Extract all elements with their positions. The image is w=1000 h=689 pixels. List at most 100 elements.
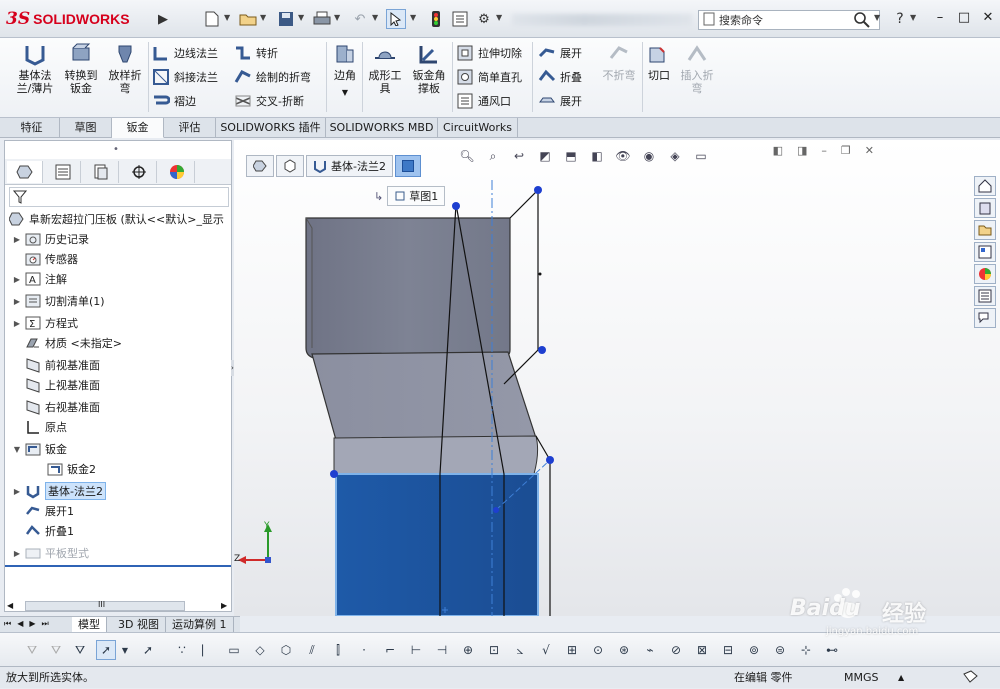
rip-button[interactable]: 切口 — [644, 42, 674, 114]
tab-sketch[interactable]: 草图 — [60, 118, 112, 138]
filter-mesh-icon[interactable]: ⊹ — [796, 640, 816, 660]
miter-flange-button[interactable]: 斜接法兰 — [152, 66, 218, 88]
panel-grip-icon[interactable]: • — [113, 144, 119, 155]
solidworks-resources-home-icon[interactable] — [974, 176, 996, 196]
filter-notes-icon[interactable]: ⊞ — [562, 640, 582, 660]
display-manager-tab-icon[interactable] — [159, 161, 195, 183]
filter-cosmetic-threads-icon[interactable]: ⊘ — [666, 640, 686, 660]
filter-center-marks-icon[interactable]: ⊣ — [432, 640, 452, 660]
rollback-bar[interactable] — [5, 565, 231, 567]
tab-sheet-metal[interactable]: 钣金 — [112, 118, 164, 138]
minimize-button[interactable]: – — [930, 10, 950, 28]
tab-motion-study-1[interactable]: 运动算例 1 — [166, 617, 234, 633]
sketch-point[interactable] — [330, 470, 338, 478]
expand-arrow-icon[interactable]: ▶ — [11, 549, 23, 558]
collapse-arrow-icon[interactable]: ▼ — [11, 445, 23, 454]
filter-sketch-points-icon[interactable]: ⋅ — [354, 640, 374, 660]
filter-datum-features-icon[interactable]: ⊙ — [588, 640, 608, 660]
tree-item-cut-list[interactable]: ▶ 切割清单(1) — [11, 291, 105, 311]
filter-more-icon[interactable]: ⊷ — [822, 640, 842, 660]
traffic-light-icon[interactable] — [426, 9, 446, 29]
filter-dowel-pin-icon[interactable]: ⊟ — [718, 640, 738, 660]
flatten-button[interactable]: 展开 — [538, 90, 582, 112]
print-dropdown-icon[interactable]: ▼ — [334, 13, 340, 22]
expand-arrow-icon[interactable]: ▶ — [11, 275, 23, 284]
configuration-manager-tab-icon[interactable] — [83, 161, 119, 183]
tree-item-history[interactable]: ▶ 历史记录 — [11, 229, 89, 249]
property-manager-tab-icon[interactable] — [45, 161, 81, 183]
selected-face[interactable] — [335, 473, 539, 616]
sketch-point[interactable] — [452, 202, 460, 210]
middle-bend-face[interactable] — [311, 351, 537, 441]
filter-weld-symbols-icon[interactable]: ⊛ — [614, 640, 634, 660]
filter-edges-icon[interactable]: ⎸ — [198, 640, 218, 660]
scroll-right-arrow-icon[interactable]: ▶ — [221, 601, 227, 610]
undo-icon[interactable]: ↶ — [350, 9, 370, 29]
tree-item-base-flange-2[interactable]: ▶ 基体-法兰2 — [11, 481, 106, 501]
filter-funnel-icon[interactable]: ⛛ — [70, 640, 90, 660]
tab-solidworks-mbd[interactable]: SOLIDWORKS MBD — [326, 118, 438, 138]
first-tab-arrow-icon[interactable]: ⏮ — [4, 619, 11, 629]
unfold-button[interactable]: 展开 — [538, 42, 582, 64]
search-dropdown-icon[interactable]: ▼ — [874, 13, 880, 22]
filter-surface-finish-icon[interactable]: ⦣ — [510, 640, 530, 660]
new-file-icon[interactable] — [202, 9, 222, 29]
sketch-point[interactable] — [538, 346, 546, 354]
last-tab-arrow-icon[interactable]: ⏭ — [42, 619, 49, 629]
filter-surface-bodies-icon[interactable]: ◇ — [250, 640, 270, 660]
tree-item-sensors[interactable]: 传感器 — [11, 249, 78, 269]
tree-item-equations[interactable]: ▶ Σ 方程式 — [11, 313, 78, 333]
tree-item-front-plane[interactable]: 前视基准面 — [11, 355, 100, 375]
tree-item-sheet-metal[interactable]: ▼ 钣金 — [11, 439, 67, 459]
options-dropdown-icon[interactable]: ▼ — [496, 13, 502, 22]
tree-item-fold-1[interactable]: 折叠1 — [11, 521, 74, 541]
simple-hole-button[interactable]: 简单直孔 — [456, 66, 522, 88]
tab-solidworks-addins[interactable]: SOLIDWORKS 插件 — [216, 118, 326, 138]
forming-tool-button[interactable]: 成形工 具 — [362, 42, 408, 114]
options-gear-icon[interactable]: ⚙ — [474, 9, 494, 29]
filter-midpoints-icon[interactable]: ⊢ — [406, 640, 426, 660]
tab-evaluate[interactable]: 评估 — [164, 118, 216, 138]
jog-button[interactable]: 转折 — [234, 42, 278, 64]
menu-expand-arrow-icon[interactable]: ▶ — [156, 9, 170, 29]
part-model-render[interactable] — [234, 140, 1000, 616]
search-icon[interactable] — [852, 10, 872, 30]
tree-item-sheet-metal-2[interactable]: 钣金2 — [33, 459, 96, 479]
prev-tab-arrow-icon[interactable]: ◀ — [17, 619, 23, 629]
vent-button[interactable]: 通风口 — [456, 90, 511, 112]
box-select-icon[interactable]: ➚ — [138, 640, 158, 660]
sketch-point[interactable] — [534, 186, 542, 194]
tree-item-unfold-1[interactable]: 展开1 — [11, 501, 74, 521]
filter-axes-icon[interactable]: ⫽ — [302, 640, 322, 660]
appearances-icon[interactable] — [974, 264, 996, 284]
custom-properties-icon[interactable] — [974, 286, 996, 306]
tree-item-material[interactable]: 材质 <未指定> — [11, 333, 122, 353]
filter-toggle-icon[interactable]: ⛛ — [22, 640, 42, 660]
filter-faces-icon[interactable]: ▭ — [224, 640, 244, 660]
tab-3d-views[interactable]: 3D 视图 — [112, 617, 166, 633]
tree-item-annotations[interactable]: ▶ A 注解 — [11, 269, 67, 289]
filter-solid-bodies-icon[interactable]: ⬡ — [276, 640, 296, 660]
sketched-bend-button[interactable]: 绘制的折弯 — [234, 66, 311, 88]
undo-dropdown-icon[interactable]: ▼ — [372, 13, 378, 22]
filter-funnel-icon[interactable] — [12, 190, 28, 207]
open-icon[interactable] — [238, 9, 258, 29]
filter-centerline-icon[interactable]: ⊕ — [458, 640, 478, 660]
new-dropdown-icon[interactable]: ▼ — [224, 13, 230, 22]
solidworks-logo[interactable]: 3S SOLIDWORKS — [6, 6, 152, 32]
close-button[interactable]: ✕ — [978, 10, 998, 28]
dimxpert-tab-icon[interactable] — [121, 161, 157, 183]
filter-connection-points-icon[interactable]: ⊚ — [744, 640, 764, 660]
filter-planes-icon[interactable]: ⫿ — [328, 640, 348, 660]
filter-sketch-segments-icon[interactable]: ⌐ — [380, 640, 400, 660]
scroll-left-arrow-icon[interactable]: ◀ — [7, 601, 13, 610]
tree-root-part[interactable]: 阜新宏超拉门压板 (默认<<默认>_显示 — [7, 209, 224, 229]
view-palette-icon[interactable] — [974, 242, 996, 262]
corner-dropdown-icon[interactable]: ▼ — [342, 86, 348, 99]
sketch-point[interactable] — [546, 456, 554, 464]
extruded-cut-button[interactable]: 拉伸切除 — [456, 42, 522, 64]
sketch-point[interactable] — [493, 507, 499, 513]
filter-dimensions-icon[interactable]: ⊡ — [484, 640, 504, 660]
cross-break-button[interactable]: 交叉-折断 — [234, 90, 304, 112]
select-pointer-icon[interactable]: ➚ — [96, 640, 116, 660]
